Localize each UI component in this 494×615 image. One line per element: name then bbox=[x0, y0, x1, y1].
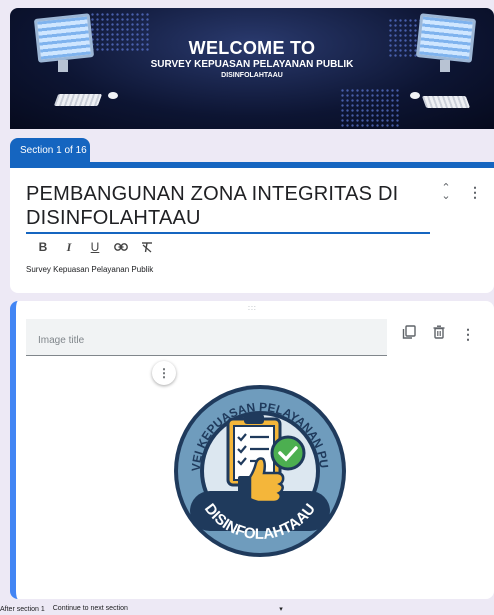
after-section-value: Continue to next section bbox=[52, 605, 128, 612]
more-vert-icon[interactable]: ⋮ bbox=[468, 184, 482, 200]
link-icon[interactable] bbox=[112, 239, 130, 255]
after-section-select[interactable]: Continue to next section ▾ bbox=[53, 605, 283, 613]
more-vert-icon[interactable]: ⋮ bbox=[461, 326, 475, 342]
clear-format-icon[interactable] bbox=[138, 239, 156, 255]
italic-button[interactable]: I bbox=[60, 239, 78, 255]
delete-icon[interactable] bbox=[432, 325, 446, 339]
banner-org-text: DISINFOLAHTAAU bbox=[221, 72, 283, 79]
header-banner-image: WELCOME TO SURVEY KEPUASAN PELAYANAN PUB… bbox=[10, 8, 494, 129]
underline-button[interactable]: U bbox=[86, 239, 104, 255]
image-item-card: ::: ⋮ ⋮ SURVEI KEPUASAN PELAYANAN PUBLIK… bbox=[10, 301, 494, 599]
after-section-row: After section 1 Continue to next section… bbox=[0, 603, 494, 615]
banner-survey-text: SURVEY KEPUASAN PELAYANAN PUBLIK bbox=[150, 59, 354, 70]
section-tab[interactable]: Section 1 of 16 bbox=[10, 138, 90, 162]
survey-logo-image: SURVEI KEPUASAN PELAYANAN PUBLIK DISINFO… bbox=[170, 379, 346, 557]
collapse-icon[interactable]: ⌃ ⌄ bbox=[439, 183, 453, 202]
form-description[interactable]: Survey Kepuasan Pelayanan Publik bbox=[26, 265, 153, 274]
duplicate-icon[interactable] bbox=[402, 325, 416, 339]
text-format-toolbar: B I U bbox=[34, 239, 156, 255]
image-title-input[interactable] bbox=[38, 335, 375, 346]
check-badge-icon bbox=[270, 435, 306, 471]
section-header: Section 1 of 16 bbox=[10, 138, 494, 168]
form-title-input[interactable]: PEMBANGUNAN ZONA INTEGRITAS DI DISINFOLA… bbox=[26, 182, 430, 234]
after-section-label: After section 1 bbox=[0, 605, 45, 613]
dropdown-arrow-icon: ▾ bbox=[279, 606, 283, 613]
image-title-field[interactable] bbox=[26, 319, 387, 356]
drag-handle-icon[interactable]: ::: bbox=[248, 305, 257, 312]
banner-welcome-text: WELCOME TO bbox=[188, 38, 316, 58]
decor-dots bbox=[340, 88, 400, 128]
bold-button[interactable]: B bbox=[34, 239, 52, 255]
form-title-card: PEMBANGUNAN ZONA INTEGRITAS DI DISINFOLA… bbox=[10, 168, 494, 293]
